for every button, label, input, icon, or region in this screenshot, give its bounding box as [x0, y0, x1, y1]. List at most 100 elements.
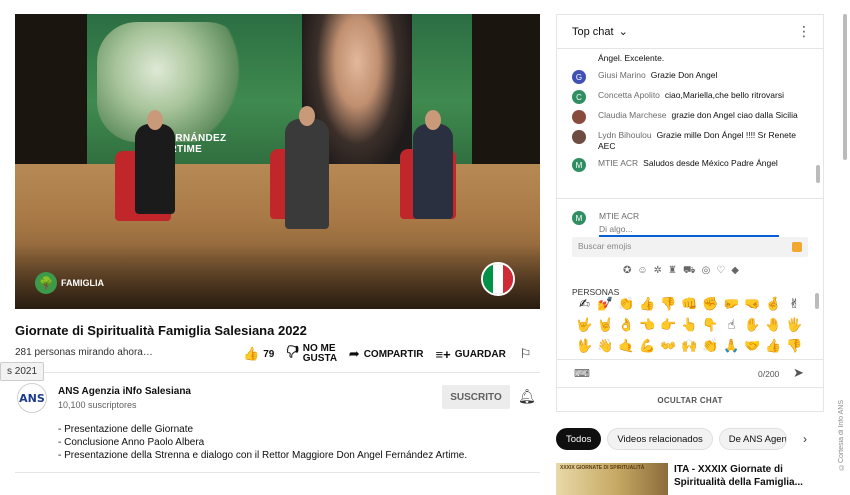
- emoji-option[interactable]: 🖐: [784, 314, 805, 335]
- emoji-option[interactable]: ✊: [700, 293, 721, 314]
- emoji-option[interactable]: 👐: [658, 335, 679, 356]
- emoji-option[interactable]: 💪: [637, 335, 658, 356]
- share-icon: ➦: [348, 346, 360, 361]
- channel-avatar[interactable]: ANS: [17, 383, 47, 413]
- dislike-label: NO ME GUSTA: [302, 343, 338, 364]
- message-text: Saludos desde México Padre Ángel: [643, 158, 778, 168]
- emoji-option[interactable]: 👌: [616, 314, 637, 335]
- video-description: - Presentazione delle Giornate - Conclus…: [58, 423, 467, 462]
- emoji-option[interactable]: 👊: [679, 293, 700, 314]
- channel-name[interactable]: ANS Agenzia iNfo Salesiana: [58, 386, 191, 397]
- emoji-skin-tone-icon[interactable]: [792, 242, 802, 252]
- chat-message: M MTIE ACR Saludos desde México Padre Áng…: [557, 155, 823, 175]
- author-name[interactable]: Giusi Marino: [598, 70, 646, 80]
- chevron-right-icon[interactable]: ›: [803, 432, 807, 446]
- video-title: Giornate di Spiritualità Famiglia Salesi…: [15, 323, 307, 338]
- emoji-grid: ✍ 💅 👏 👍 👎 👊 ✊ 🤛 🤜 🤞 ✌ 🤟 🤘 👌 👈 👉 👆 👇 ☝ ✋ 🤚 🖐 🖖 👋 🤙 💪 👐 🙌 👏 🙏 🤝 👍 👎: [574, 293, 810, 359]
- emoji-option[interactable]: 👆: [679, 314, 700, 335]
- related-video-thumbnail[interactable]: XXXIX GIORNATE DI SPIRITUALITÀ: [556, 463, 668, 495]
- emoji-option[interactable]: 👍: [763, 335, 784, 356]
- message-text: Ángel. Excelente.: [598, 53, 665, 63]
- more-vert-icon[interactable]: ⋮: [797, 23, 811, 40]
- flag-stripe: [493, 264, 503, 294]
- emoji-category-icon[interactable]: ⛟: [683, 265, 696, 278]
- emoji-category-icon[interactable]: ♜: [668, 265, 677, 278]
- emoji-category-icon[interactable]: ✪: [623, 265, 631, 278]
- emoji-category-icon[interactable]: ✲: [654, 265, 662, 278]
- emoji-option[interactable]: ☝: [721, 314, 742, 335]
- thumbs-down-icon: 🖓: [286, 344, 299, 359]
- emoji-category-icon[interactable]: ☺: [637, 265, 647, 278]
- author-name[interactable]: MTIE ACR: [598, 158, 638, 168]
- emoji-option[interactable]: 🤞: [763, 293, 784, 314]
- emoji-category-icon[interactable]: ◆: [731, 265, 739, 278]
- chip-related-videos[interactable]: Videos relacionados: [607, 428, 713, 450]
- emoji-option[interactable]: 💅: [595, 293, 616, 314]
- author-name[interactable]: Concetta Apolito: [598, 90, 660, 100]
- dislike-button[interactable]: 🖓 NO ME GUSTA: [286, 343, 338, 365]
- emoji-search-input[interactable]: Buscar emojis: [572, 237, 808, 257]
- chat-scrollbar[interactable]: [816, 165, 820, 183]
- emoji-option[interactable]: ✌: [784, 293, 805, 314]
- emoji-option[interactable]: ✍: [574, 293, 595, 314]
- flag-stripe: [483, 264, 493, 294]
- speaker-head: [299, 106, 315, 126]
- emoji-category-icon[interactable]: ♡: [716, 265, 725, 278]
- bell-icon[interactable]: 🔔︎: [518, 388, 536, 405]
- report-flag-icon[interactable]: ⚐: [520, 346, 532, 362]
- share-button[interactable]: ➦ COMPARTIR: [349, 346, 424, 362]
- my-name: MTIE ACR: [599, 211, 640, 221]
- emoji-option[interactable]: 🤝: [742, 335, 763, 356]
- subscribed-button[interactable]: SUSCRITO: [442, 385, 510, 409]
- emoji-option[interactable]: 👉: [658, 314, 679, 335]
- chat-message: Lydn Bihoulou Grazie mille Don Ángel !!!!…: [557, 127, 823, 155]
- emoji-option[interactable]: 🤜: [742, 293, 763, 314]
- emoji-option[interactable]: ✋: [742, 314, 763, 335]
- emoji-option[interactable]: 🤛: [721, 293, 742, 314]
- emoji-option[interactable]: 🤚: [763, 314, 784, 335]
- emoji-option[interactable]: 🤙: [616, 335, 637, 356]
- page-scrollbar[interactable]: [843, 14, 847, 160]
- send-icon[interactable]: ➤: [793, 365, 804, 381]
- emoji-scrollbar[interactable]: [815, 293, 819, 309]
- chip-all[interactable]: Todos: [556, 428, 602, 450]
- chat-messages[interactable]: Ángel. Excelente. G Giusi Marino Grazie D…: [557, 50, 823, 198]
- like-button[interactable]: 👍 79: [243, 346, 274, 362]
- emoji-category-bar: ✪ ☺ ✲ ♜ ⛟ ◎ ♡ ◆: [623, 265, 739, 278]
- emoji-option[interactable]: 👈: [637, 314, 658, 335]
- emoji-option[interactable]: 👏: [616, 293, 637, 314]
- emoji-option[interactable]: 🖖: [574, 335, 595, 356]
- save-label: GUARDAR: [454, 348, 506, 360]
- thumbs-up-icon: 👍: [243, 346, 260, 361]
- related-filter-chips: Todos Videos relacionados De ANS Agenzia: [556, 428, 787, 450]
- author-name[interactable]: Lydn Bihoulou: [598, 130, 652, 140]
- related-video-title[interactable]: ITA - XXXIX Giornate di Spiritualità del…: [674, 463, 824, 489]
- top-chat-dropdown[interactable]: Top chat ⌄: [572, 25, 628, 39]
- emoji-option[interactable]: 👎: [658, 293, 679, 314]
- video-actions: 👍 79 🖓 NO ME GUSTA ➦ COMPARTIR ≡+ GUARDA…: [243, 342, 531, 366]
- emoji-option[interactable]: 🤟: [574, 314, 595, 335]
- message-text: Grazie Don Angel: [650, 70, 718, 80]
- emoji-option[interactable]: 👎: [784, 335, 805, 356]
- emoji-option[interactable]: 🙌: [679, 335, 700, 356]
- famiglia-logo: 🌳 FAMIGLIA: [35, 272, 104, 294]
- keyboard-icon[interactable]: ⌨: [574, 367, 590, 380]
- emoji-option[interactable]: 🙏: [721, 335, 742, 356]
- live-viewers: 281 personas mirando ahora…: [15, 347, 153, 358]
- author-name[interactable]: Claudia Marchese: [598, 110, 667, 120]
- save-button[interactable]: ≡+ GUARDAR: [436, 347, 506, 362]
- my-avatar: M: [572, 211, 586, 225]
- emoji-option[interactable]: 🤘: [595, 314, 616, 335]
- description-line: - Presentazione della Strenna e dialogo …: [58, 450, 468, 461]
- char-count: 0/200: [758, 369, 780, 379]
- chat-input[interactable]: [599, 223, 779, 237]
- emoji-option[interactable]: 👍: [637, 293, 658, 314]
- emoji-option[interactable]: 👏: [700, 335, 721, 356]
- emoji-category-icon[interactable]: ◎: [702, 265, 711, 278]
- emoji-option[interactable]: 👋: [595, 335, 616, 356]
- famiglia-logo-text: FAMIGLIA: [61, 278, 104, 288]
- chip-from-channel[interactable]: De ANS Agenzia: [718, 428, 787, 450]
- emoji-option[interactable]: 👇: [700, 314, 721, 335]
- hide-chat-button[interactable]: OCULTAR CHAT: [557, 387, 823, 413]
- video-player[interactable]: FERNÁNDEZ ARTIME 🌳 FAMIGLIA: [15, 14, 540, 309]
